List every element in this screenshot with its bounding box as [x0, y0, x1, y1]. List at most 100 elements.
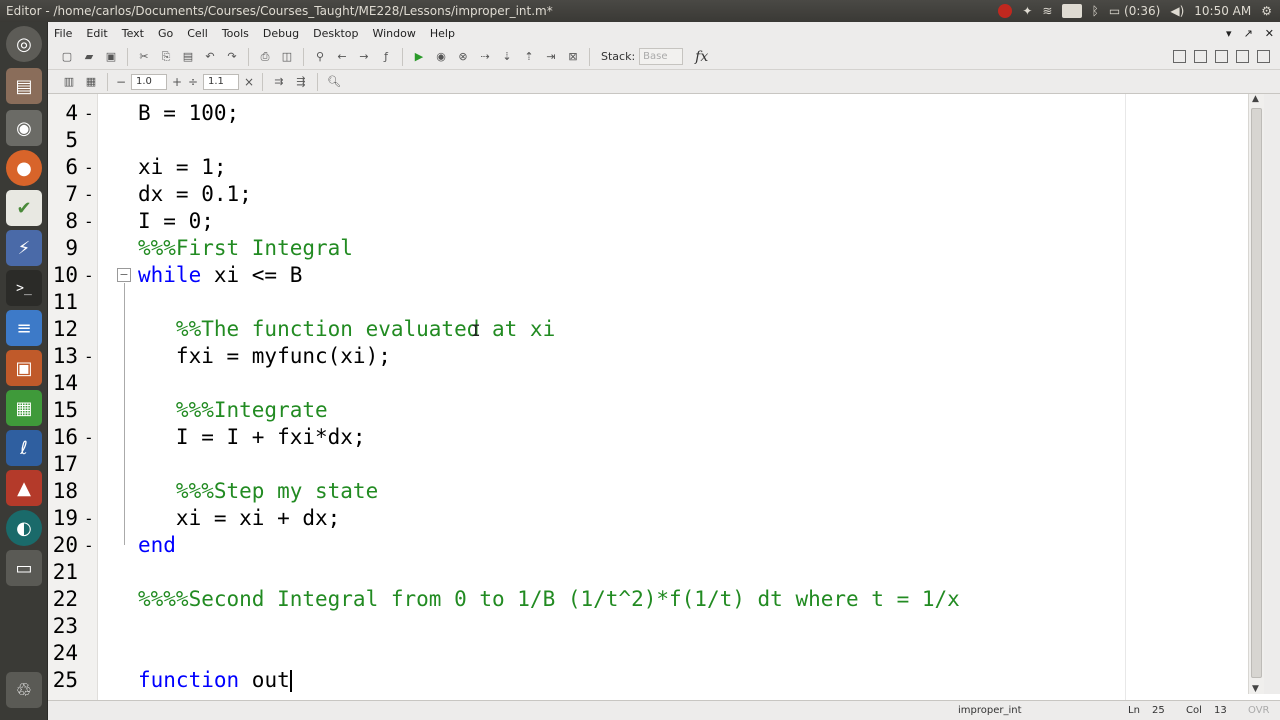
- set-breakpoint-icon[interactable]: ◉: [432, 48, 450, 66]
- menu-arrow-icon[interactable]: ▾: [1226, 27, 1232, 40]
- zoom-icon[interactable]: 🔍︎: [325, 73, 343, 91]
- menu-desktop[interactable]: Desktop: [313, 27, 358, 40]
- writer-icon[interactable]: ≡: [6, 310, 42, 346]
- battery-indicator[interactable]: ▭ (0:36): [1109, 4, 1160, 18]
- fx-icon[interactable]: fx: [695, 49, 708, 65]
- document-icon[interactable]: ℓ: [6, 430, 42, 466]
- breakpoint-marker[interactable]: -: [84, 532, 94, 559]
- breakpoint-marker[interactable]: -: [84, 100, 94, 127]
- cell-eval-icon[interactable]: ▦: [82, 73, 100, 91]
- increment-icon[interactable]: +: [171, 75, 183, 89]
- code-line[interactable]: 17: [48, 451, 1228, 478]
- menu-cell[interactable]: Cell: [187, 27, 208, 40]
- step-out-icon[interactable]: ⇡: [520, 48, 538, 66]
- code-line[interactable]: 23: [48, 613, 1228, 640]
- vertical-scrollbar[interactable]: ▲ ▼: [1248, 94, 1264, 694]
- code-line[interactable]: 20- end: [48, 532, 1228, 559]
- menu-text[interactable]: Text: [122, 27, 144, 40]
- cell-mode-icon[interactable]: ▥: [60, 73, 78, 91]
- code-line[interactable]: 12 %%The function evaluated at xi: [48, 316, 1228, 343]
- code-line[interactable]: 11: [48, 289, 1228, 316]
- menu-help[interactable]: Help: [430, 27, 455, 40]
- dash-home-icon[interactable]: ◎: [6, 26, 42, 62]
- menu-window[interactable]: Window: [372, 27, 415, 40]
- cell-run-icon[interactable]: ⇶: [292, 73, 310, 91]
- gear-icon[interactable]: ⚙: [1261, 4, 1272, 18]
- tile-vertical-icon[interactable]: [1194, 50, 1207, 63]
- trash-icon[interactable]: ♲: [6, 672, 42, 708]
- code-line[interactable]: 19- xi = xi + dx;: [48, 505, 1228, 532]
- scroll-down-icon[interactable]: ▼: [1252, 684, 1259, 694]
- function-browser-icon[interactable]: ƒ: [377, 48, 395, 66]
- keyboard-layout-indicator[interactable]: En: [1062, 4, 1082, 18]
- copy-icon[interactable]: ⎘: [157, 48, 175, 66]
- tile-grid-icon[interactable]: [1173, 50, 1186, 63]
- code-line[interactable]: 14: [48, 370, 1228, 397]
- code-line[interactable]: 22 %%%%Second Integral from 0 to 1/B (1/t…: [48, 586, 1228, 613]
- find-icon[interactable]: ⚲: [311, 48, 329, 66]
- paste-icon[interactable]: ▤: [179, 48, 197, 66]
- code-editor[interactable]: 4-B = 100; 5 6- xi = 1; 7- dx = 0.1; 8- I = 0; 9…: [48, 94, 1280, 720]
- breakpoint-marker[interactable]: -: [84, 181, 94, 208]
- scroll-up-icon[interactable]: ▲: [1252, 94, 1259, 104]
- drive-icon[interactable]: ▭: [6, 550, 42, 586]
- camera-icon[interactable]: ◉: [6, 110, 42, 146]
- impress-icon[interactable]: ▣: [6, 350, 42, 386]
- code-line[interactable]: 18 %%%Step my state: [48, 478, 1228, 505]
- stack-select[interactable]: Base: [639, 48, 684, 65]
- editor-splitter[interactable]: [1264, 94, 1280, 694]
- back-arrow-icon[interactable]: ←: [333, 48, 351, 66]
- redo-icon[interactable]: ↷: [223, 48, 241, 66]
- open-folder-icon[interactable]: ▰: [80, 48, 98, 66]
- record-icon[interactable]: [998, 4, 1013, 18]
- publish-icon[interactable]: ◫: [278, 48, 296, 66]
- run-icon[interactable]: ▶: [410, 48, 428, 66]
- dropbox-icon[interactable]: ✦: [1022, 4, 1032, 18]
- close-icon[interactable]: ✕: [1265, 27, 1274, 40]
- menu-debug[interactable]: Debug: [263, 27, 299, 40]
- breakpoint-marker[interactable]: -: [84, 505, 94, 532]
- menu-tools[interactable]: Tools: [222, 27, 249, 40]
- maximize-icon[interactable]: [1257, 50, 1270, 63]
- cut-icon[interactable]: ✂: [135, 48, 153, 66]
- code-line[interactable]: 21: [48, 559, 1228, 586]
- firefox-icon[interactable]: ●: [6, 150, 42, 186]
- breakpoint-marker[interactable]: -: [84, 262, 94, 289]
- breakpoint-marker[interactable]: -: [84, 208, 94, 235]
- code-line[interactable]: 25 function out: [48, 667, 1228, 694]
- menu-go[interactable]: Go: [158, 27, 173, 40]
- code-line[interactable]: 15 %%%Integrate: [48, 397, 1228, 424]
- calc-icon[interactable]: ▦: [6, 390, 42, 426]
- code-line[interactable]: 16- I = I + fxi*dx;: [48, 424, 1228, 451]
- divide-icon[interactable]: ÷: [187, 75, 199, 89]
- breakpoint-marker[interactable]: -: [84, 154, 94, 181]
- breakpoint-marker[interactable]: -: [84, 343, 94, 370]
- code-line[interactable]: 4- B = 100;: [48, 100, 1228, 127]
- menu-file[interactable]: File: [54, 27, 72, 40]
- menu-edit[interactable]: Edit: [86, 27, 107, 40]
- code-line[interactable]: 13- fxi = myfunc(xi);: [48, 343, 1228, 370]
- wifi-icon[interactable]: ≋: [1042, 4, 1052, 18]
- tile-horizontal-icon[interactable]: [1215, 50, 1228, 63]
- code-line[interactable]: 24: [48, 640, 1228, 667]
- breakpoint-marker[interactable]: -: [84, 424, 94, 451]
- files-icon[interactable]: ▤: [6, 68, 42, 104]
- step-in-icon[interactable]: ⇣: [498, 48, 516, 66]
- cell-advance-icon[interactable]: ⇉: [270, 73, 288, 91]
- cell-value-field-1[interactable]: 1.0: [131, 73, 167, 90]
- multiply-icon[interactable]: ×: [243, 75, 255, 89]
- code-line[interactable]: 9 %%%First Integral: [48, 235, 1228, 262]
- undock-icon[interactable]: ↗: [1244, 27, 1253, 40]
- continue-icon[interactable]: ⇥: [542, 48, 560, 66]
- step-icon[interactable]: ⇢: [476, 48, 494, 66]
- fold-collapse-icon[interactable]: −: [117, 268, 131, 282]
- code-line[interactable]: 8- I = 0;: [48, 208, 1228, 235]
- print-icon[interactable]: ⎙: [256, 48, 274, 66]
- terminal-icon[interactable]: >_: [6, 270, 42, 306]
- code-line[interactable]: 6- xi = 1;: [48, 154, 1228, 181]
- matlab-icon[interactable]: ▲: [6, 470, 42, 506]
- decrement-icon[interactable]: −: [115, 75, 127, 89]
- scrollbar-thumb[interactable]: [1251, 108, 1262, 678]
- code-line[interactable]: 5: [48, 127, 1228, 154]
- code-line[interactable]: 7- dx = 0.1;: [48, 181, 1228, 208]
